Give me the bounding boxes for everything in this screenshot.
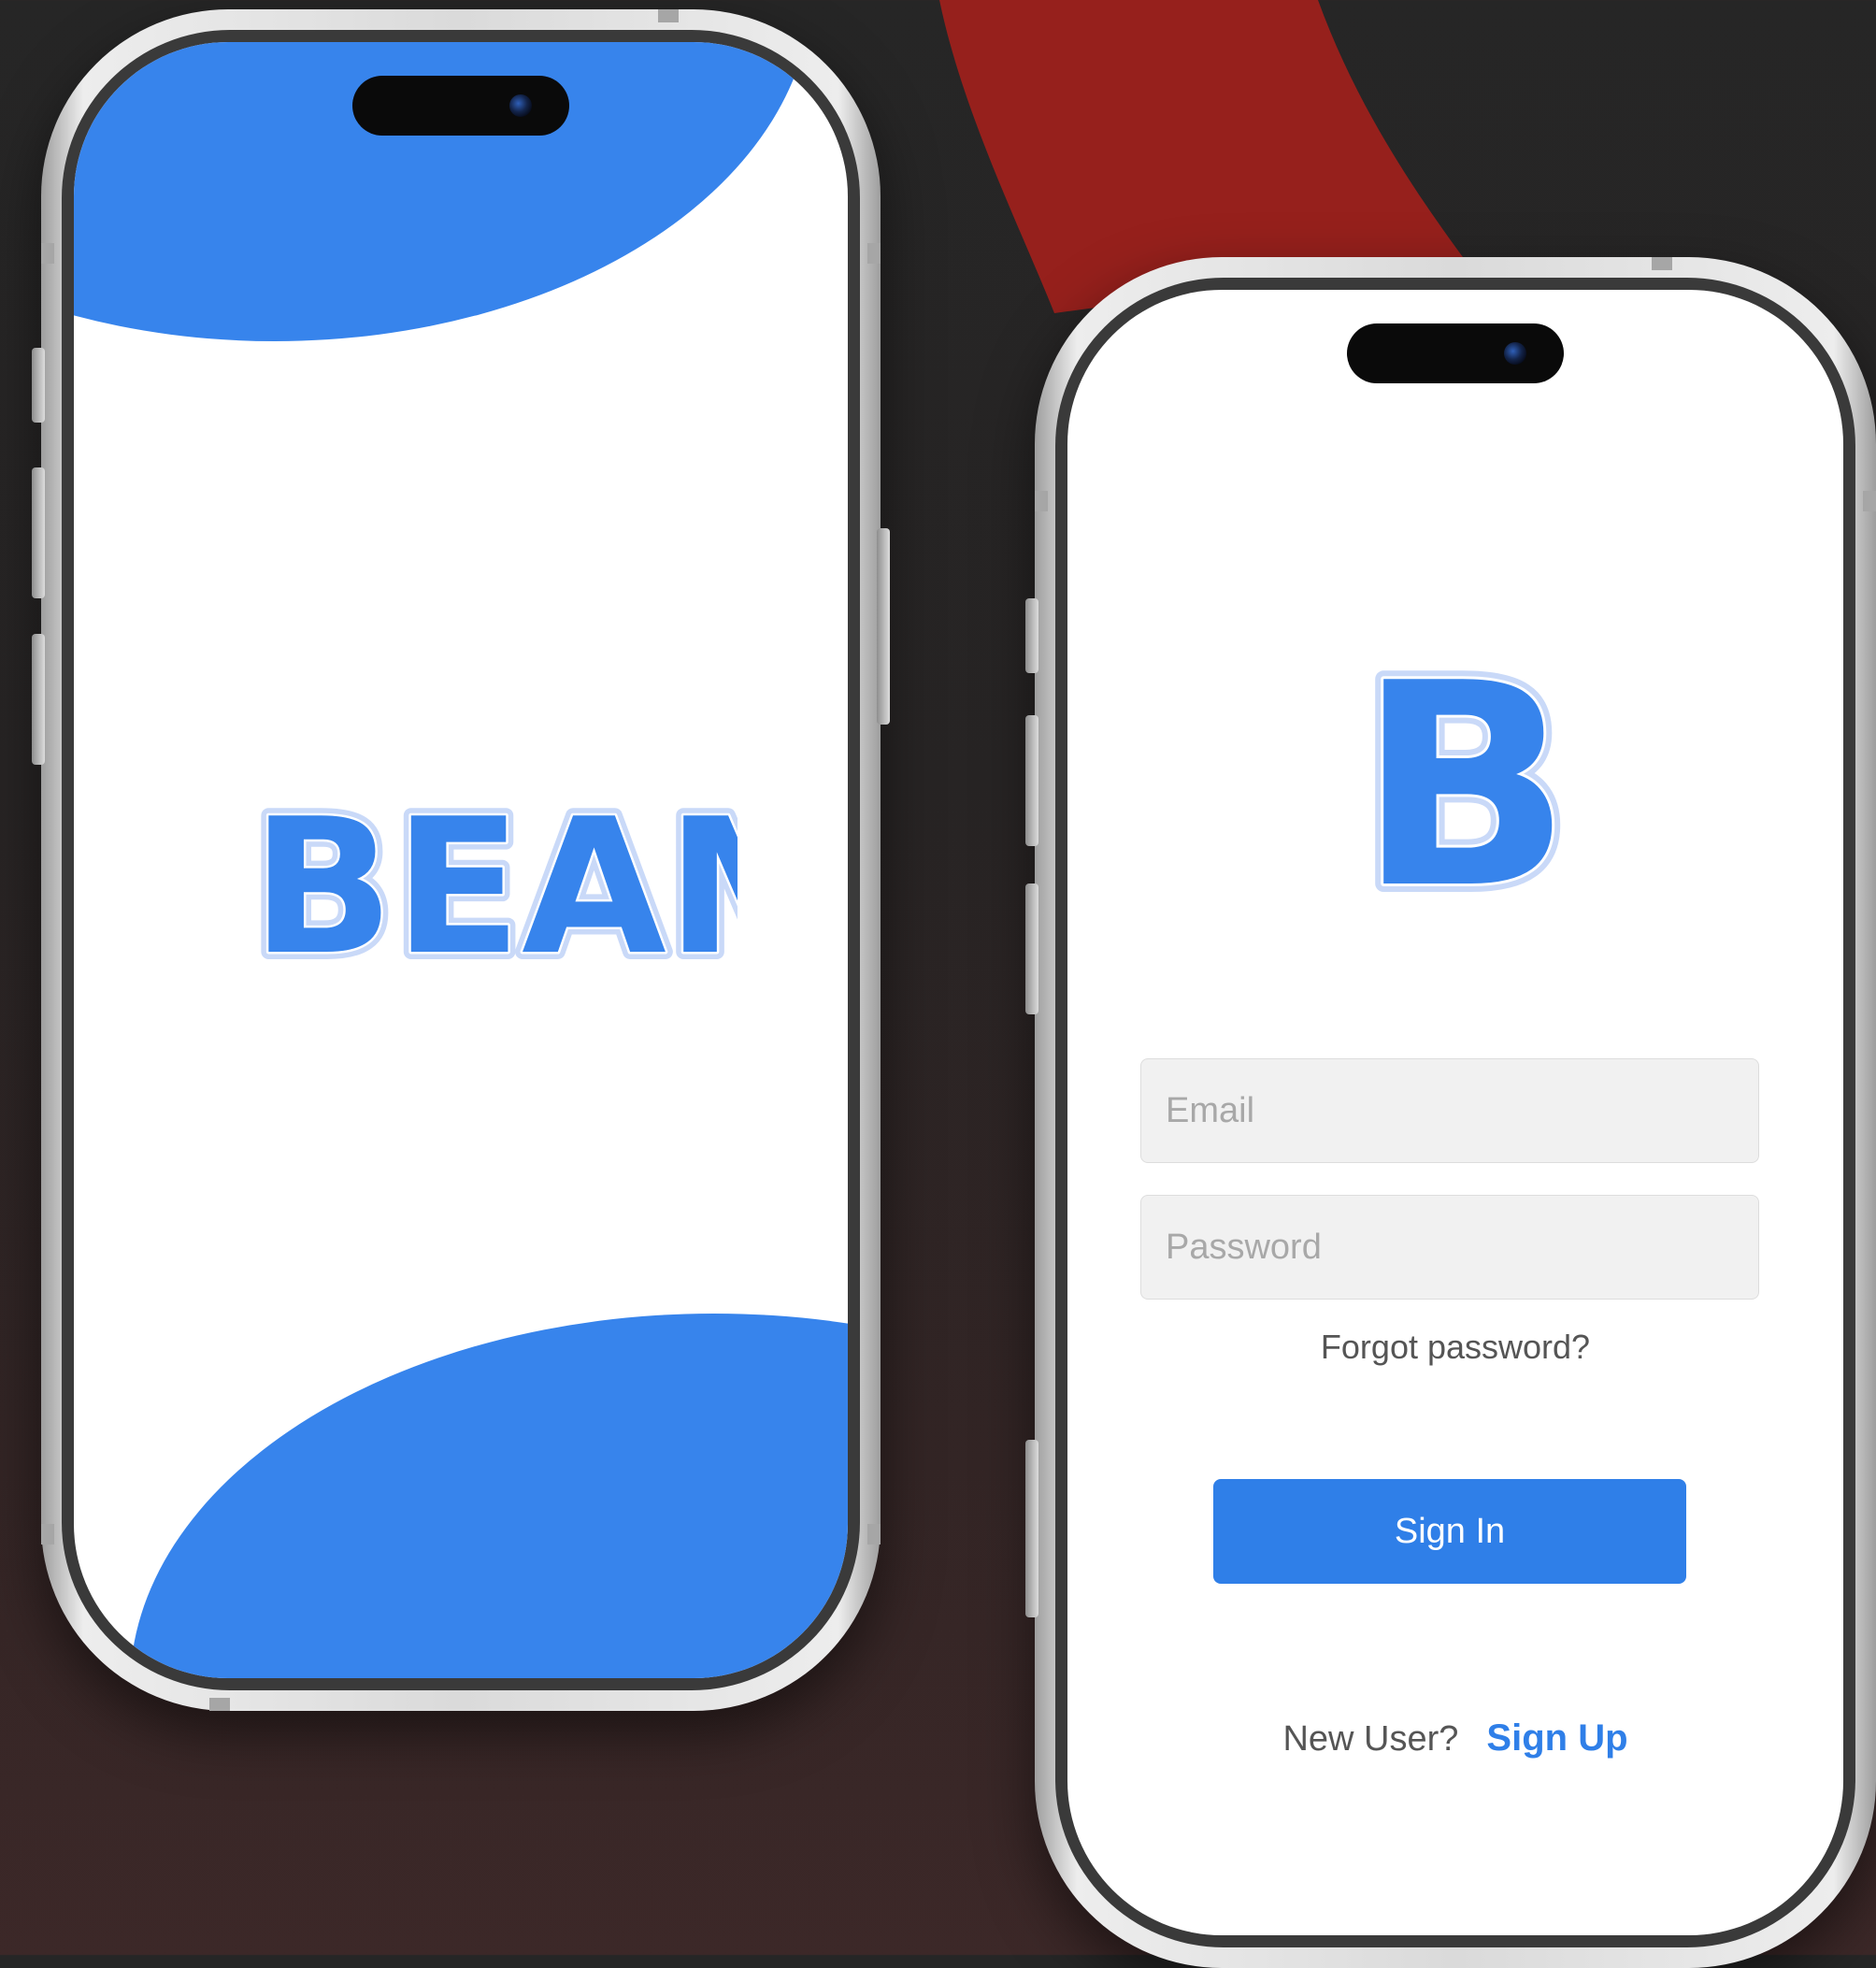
dynamic-island (1347, 323, 1564, 383)
dynamic-island (352, 76, 569, 136)
volume-down-button (1025, 883, 1038, 1014)
beam-logo-text: BEAM (251, 779, 738, 991)
side-button (1025, 1440, 1038, 1617)
beam-b-logo: B B (1357, 645, 1572, 916)
camera-icon (509, 94, 532, 117)
sign-in-button[interactable]: Sign In (1213, 1479, 1686, 1584)
forgot-password-link[interactable]: Forgot password? (1067, 1328, 1843, 1367)
signup-prompt: New User? Sign Up (1067, 1717, 1843, 1760)
volume-down-button (32, 634, 45, 765)
login-phone: B B Forgot password? Sign In New User? Si… (1025, 257, 1876, 1968)
action-button (1025, 598, 1038, 673)
sign-up-link[interactable]: Sign Up (1486, 1717, 1627, 1759)
password-field[interactable] (1140, 1195, 1759, 1300)
splash-screen: BEAM BEAM (74, 42, 848, 1678)
volume-up-button (32, 467, 45, 598)
login-screen: B B Forgot password? Sign In New User? Si… (1067, 290, 1843, 1935)
email-field[interactable] (1140, 1058, 1759, 1163)
bottom-decorative-blob (130, 1314, 848, 1678)
side-button (877, 528, 890, 725)
new-user-label: New User? (1282, 1719, 1459, 1759)
camera-icon (1504, 342, 1526, 365)
b-logo-letter: B (1358, 645, 1572, 916)
volume-up-button (1025, 715, 1038, 846)
beam-logo: BEAM BEAM (251, 776, 738, 991)
action-button (32, 348, 45, 423)
splash-phone: BEAM BEAM (32, 9, 890, 1711)
